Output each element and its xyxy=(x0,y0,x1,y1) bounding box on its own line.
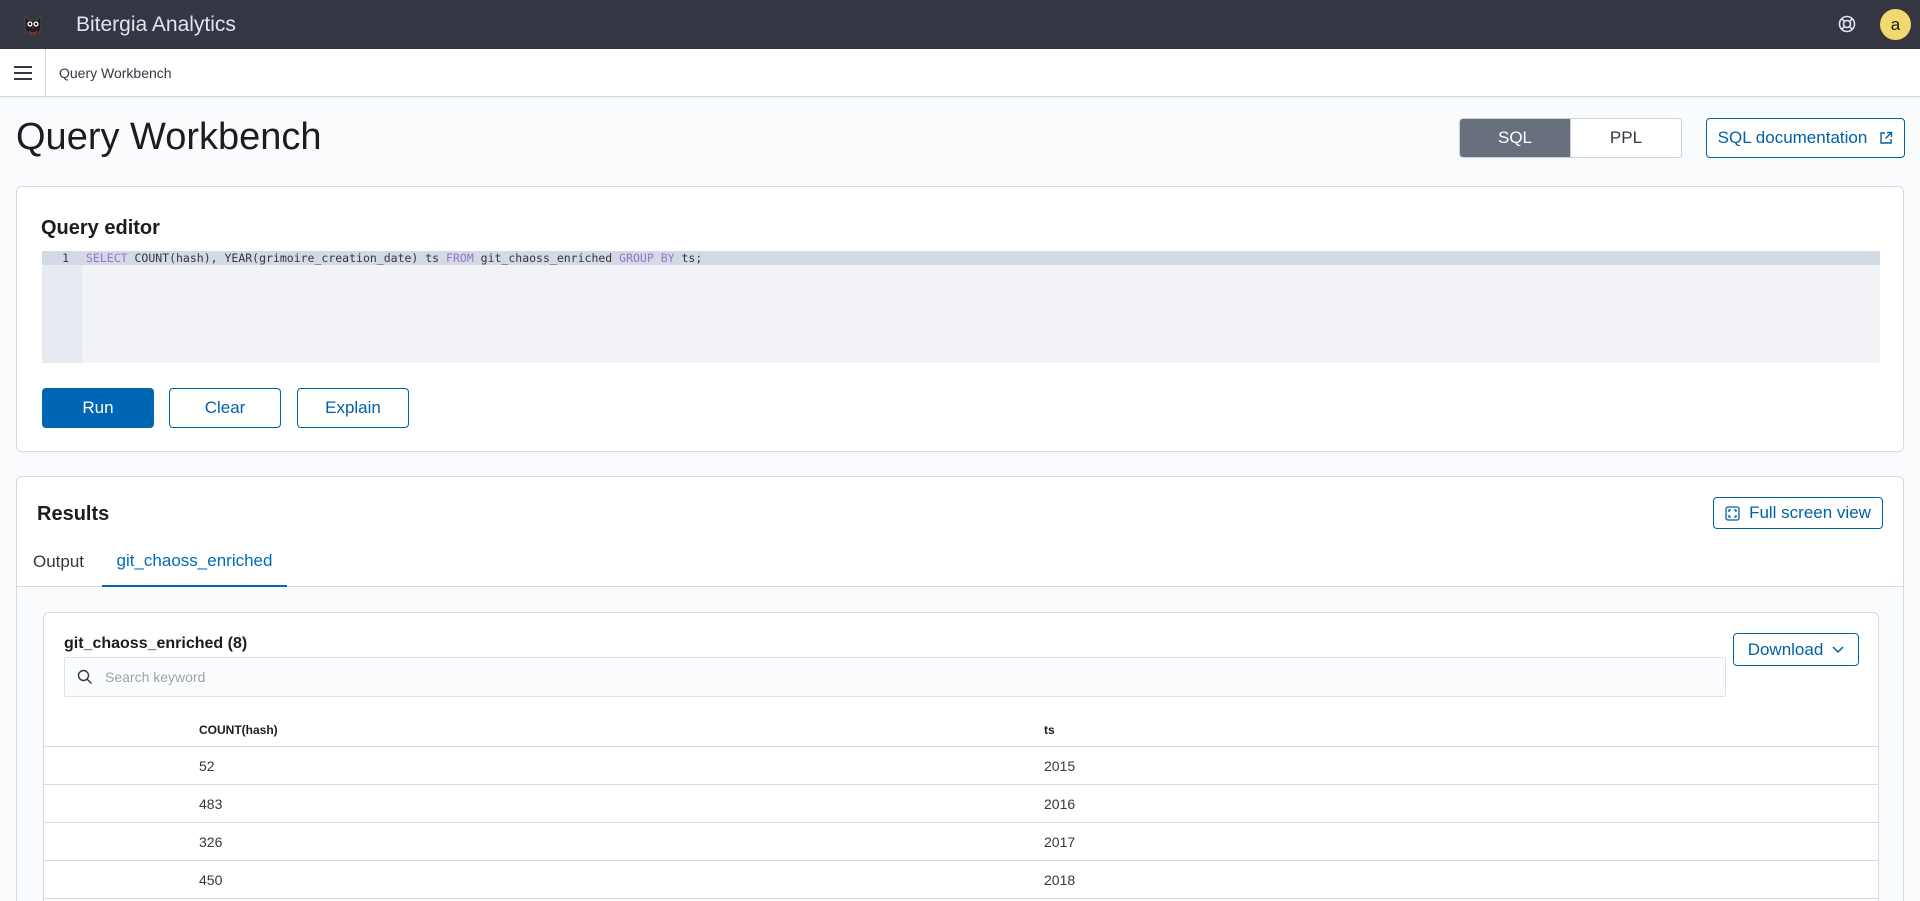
line-number: 1 xyxy=(62,251,69,265)
cell-ts: 2015 xyxy=(1044,758,1076,774)
cell-count: 52 xyxy=(199,758,215,774)
cell-count: 450 xyxy=(199,872,223,888)
search-icon xyxy=(77,669,92,684)
column-header-count-hash[interactable]: COUNT(hash) xyxy=(199,723,278,737)
table-title: git_chaoss_enriched (8) xyxy=(64,635,248,652)
language-toggle: SQL PPL xyxy=(1459,118,1682,158)
run-button[interactable]: Run xyxy=(42,388,154,428)
query-editor-panel: Query editor 1 SELECT COUNT(hash), YEAR(… xyxy=(16,186,1904,452)
cell-ts: 2017 xyxy=(1044,834,1076,850)
clear-button[interactable]: Clear xyxy=(169,388,281,428)
breadcrumb-bar: Query Workbench xyxy=(0,48,1920,97)
search-field[interactable] xyxy=(64,657,1726,697)
ppl-toggle-button[interactable]: PPL xyxy=(1570,119,1681,157)
search-input[interactable] xyxy=(105,669,1605,685)
table-row: 52 2015 xyxy=(44,747,1878,785)
query-table-name: git_chaoss_enriched xyxy=(473,251,620,265)
hamburger-menu-icon[interactable] xyxy=(0,48,46,97)
table-row: 450 2018 xyxy=(44,861,1878,899)
page-title: Query Workbench xyxy=(16,116,322,158)
cell-ts: 2018 xyxy=(1044,872,1076,888)
query-editor-title: Query editor xyxy=(41,217,160,239)
cell-ts: 2016 xyxy=(1044,796,1076,812)
tab-git-chaoss-enriched[interactable]: git_chaoss_enriched xyxy=(102,537,287,587)
user-avatar[interactable]: a xyxy=(1880,9,1911,40)
keyword-from: FROM xyxy=(446,251,474,265)
tab-output[interactable]: Output xyxy=(33,537,84,587)
table-row: 483 2016 xyxy=(44,785,1878,823)
app-title[interactable]: Bitergia Analytics xyxy=(76,13,236,37)
results-table-card: git_chaoss_enriched (8) Download COUNT(h… xyxy=(43,612,1879,901)
download-label: Download xyxy=(1747,639,1824,659)
help-icon[interactable] xyxy=(1836,13,1858,35)
explain-button[interactable]: Explain xyxy=(297,388,409,428)
query-tail: ts; xyxy=(674,251,703,265)
sql-toggle-button[interactable]: SQL xyxy=(1460,119,1570,157)
sql-code-editor[interactable]: 1 SELECT COUNT(hash), YEAR(grimoire_crea… xyxy=(42,251,1880,363)
fullscreen-icon xyxy=(1725,505,1740,521)
results-panel: Results Full screen view Output git_chao… xyxy=(16,476,1904,901)
query-text: SELECT COUNT(hash), YEAR(grimoire_creati… xyxy=(86,251,702,265)
chevron-down-icon xyxy=(1832,645,1844,653)
owl-logo-icon[interactable] xyxy=(18,10,48,40)
external-link-icon xyxy=(1880,131,1893,144)
full-screen-view-button[interactable]: Full screen view xyxy=(1713,497,1883,529)
cell-count: 483 xyxy=(199,796,223,812)
query-select-clause: COUNT(hash), YEAR(grimoire_creation_date… xyxy=(127,251,447,265)
download-button[interactable]: Download xyxy=(1733,633,1859,666)
keyword-group-by: GROUP BY xyxy=(619,251,675,265)
sql-documentation-button[interactable]: SQL documentation xyxy=(1706,118,1905,158)
column-header-ts[interactable]: ts xyxy=(1044,723,1055,737)
keyword-select: SELECT xyxy=(86,251,128,265)
breadcrumb-current: Query Workbench xyxy=(59,64,172,81)
full-screen-view-label: Full screen view xyxy=(1749,503,1871,522)
code-line[interactable]: 1 SELECT COUNT(hash), YEAR(grimoire_crea… xyxy=(42,251,1880,265)
cell-count: 326 xyxy=(199,834,223,850)
results-tabs: Output git_chaoss_enriched xyxy=(17,537,1903,587)
results-title: Results xyxy=(37,503,110,525)
table-row: 326 2017 xyxy=(44,823,1878,861)
sql-documentation-label: SQL documentation xyxy=(1717,128,1868,147)
top-header-bar: Bitergia Analytics a xyxy=(0,0,1920,49)
table-header-row: COUNT(hash) ts xyxy=(44,713,1878,747)
